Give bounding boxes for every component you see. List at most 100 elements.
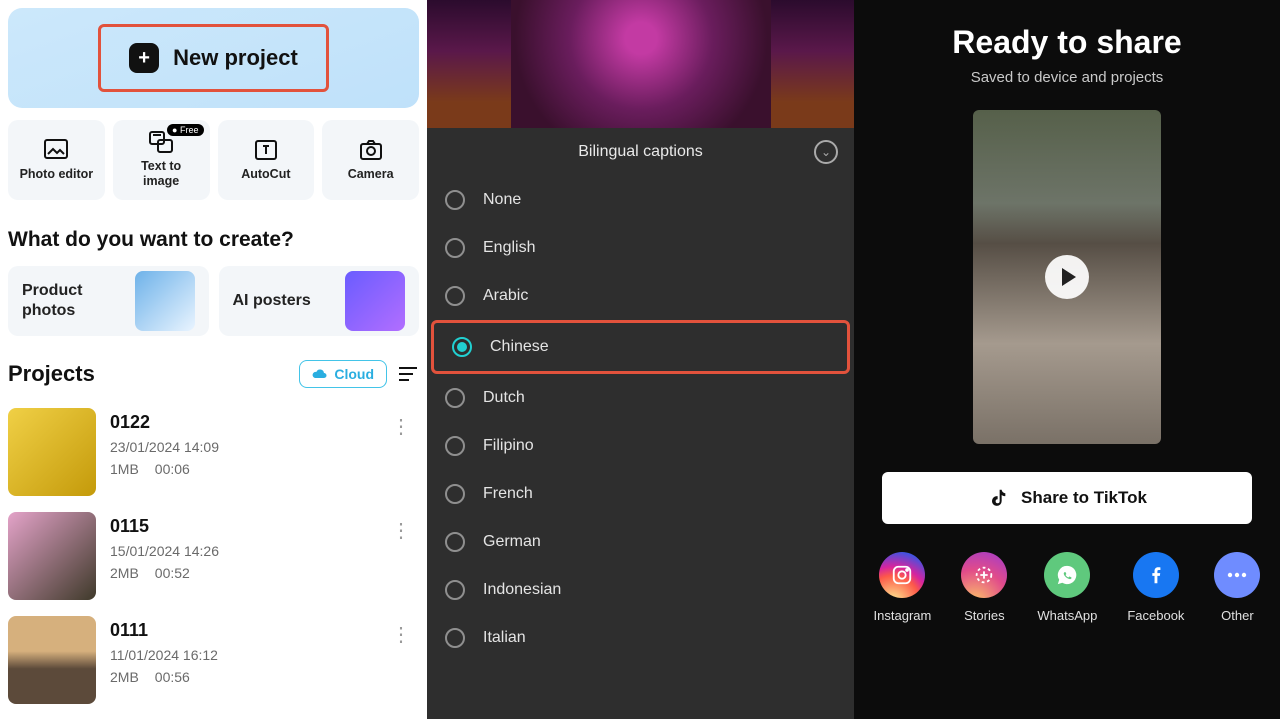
caption-option-dutch[interactable]: Dutch xyxy=(427,374,854,422)
radio-icon xyxy=(445,580,465,600)
share-panel: Ready to share Saved to device and proje… xyxy=(854,0,1280,719)
radio-icon xyxy=(445,532,465,552)
more-icon xyxy=(1214,552,1260,598)
tiktok-label: Share to TikTok xyxy=(1021,488,1147,508)
project-info: 0115 15/01/2024 14:26 2MB00:52 xyxy=(110,512,369,581)
project-date: 23/01/2024 14:09 xyxy=(110,439,369,455)
facebook-icon xyxy=(1133,552,1179,598)
caption-option-french[interactable]: French xyxy=(427,470,854,518)
caption-option-english[interactable]: English xyxy=(427,224,854,272)
cloud-icon xyxy=(312,368,328,380)
autocut-icon xyxy=(254,139,278,161)
tiktok-icon xyxy=(987,487,1009,509)
radio-icon xyxy=(445,238,465,258)
share-label: Other xyxy=(1221,608,1254,623)
more-icon[interactable]: ⋮ xyxy=(383,408,419,445)
bilingual-captions-panel: Bilingual captions ⌄ None English Arabic… xyxy=(427,128,854,719)
radio-icon xyxy=(445,484,465,504)
projects-header: Projects Cloud xyxy=(8,360,419,388)
project-thumb xyxy=(8,408,96,496)
project-name: 0122 xyxy=(110,412,369,433)
create-label: Product photos xyxy=(22,281,82,321)
project-info: 0122 23/01/2024 14:09 1MB00:06 xyxy=(110,408,369,477)
play-icon xyxy=(1045,255,1089,299)
create-label: AI posters xyxy=(233,291,311,311)
captions-header: Bilingual captions ⌄ xyxy=(427,128,854,176)
project-meta: 2MB00:52 xyxy=(110,565,369,581)
project-name: 0115 xyxy=(110,516,369,537)
video-preview xyxy=(427,0,854,128)
create-product-photos[interactable]: Product photos xyxy=(8,266,209,336)
caption-option-german[interactable]: German xyxy=(427,518,854,566)
image-icon xyxy=(44,139,68,161)
share-instagram[interactable]: Instagram xyxy=(874,552,932,623)
option-label: German xyxy=(483,533,541,551)
free-badge: ● Free xyxy=(167,124,203,136)
share-title: Ready to share xyxy=(952,24,1181,61)
project-info: 0111 11/01/2024 16:12 2MB00:56 xyxy=(110,616,369,685)
project-item[interactable]: 0115 15/01/2024 14:26 2MB00:52 ⋮ xyxy=(8,504,419,608)
stories-icon xyxy=(961,552,1007,598)
caption-option-filipino[interactable]: Filipino xyxy=(427,422,854,470)
ai-posters-thumb xyxy=(345,271,405,331)
captions-title: Bilingual captions xyxy=(578,143,703,161)
tool-label: Photo editor xyxy=(20,167,94,182)
share-label: Facebook xyxy=(1127,608,1184,623)
plus-icon: + xyxy=(129,43,159,73)
caption-option-indonesian[interactable]: Indonesian xyxy=(427,566,854,614)
tool-label: Text to image xyxy=(141,159,181,189)
option-label: Chinese xyxy=(490,338,549,356)
caption-option-italian[interactable]: Italian xyxy=(427,614,854,662)
caption-option-none[interactable]: None xyxy=(427,176,854,224)
captions-panel-column: Bilingual captions ⌄ None English Arabic… xyxy=(427,0,854,719)
preview-content xyxy=(511,0,771,128)
tool-autocut[interactable]: AutoCut xyxy=(218,120,315,200)
product-photos-thumb xyxy=(135,271,195,331)
tool-text-to-image[interactable]: ● Free Text to image xyxy=(113,120,210,200)
share-facebook[interactable]: Facebook xyxy=(1127,552,1184,623)
tool-photo-editor[interactable]: Photo editor xyxy=(8,120,105,200)
tool-label: Camera xyxy=(348,167,394,182)
radio-icon xyxy=(445,628,465,648)
share-label: Stories xyxy=(964,608,1004,623)
new-project-card: + New project xyxy=(8,8,419,108)
share-to-tiktok-button[interactable]: Share to TikTok xyxy=(882,472,1252,524)
option-label: Arabic xyxy=(483,287,528,305)
radio-icon xyxy=(452,337,472,357)
option-label: Filipino xyxy=(483,437,534,455)
new-project-button[interactable]: + New project xyxy=(98,24,329,92)
option-label: None xyxy=(483,191,521,209)
share-stories[interactable]: Stories xyxy=(961,552,1007,623)
whatsapp-icon xyxy=(1044,552,1090,598)
tool-camera[interactable]: Camera xyxy=(322,120,419,200)
home-panel: + New project Photo editor ● Free Text t… xyxy=(0,0,427,719)
option-label: English xyxy=(483,239,535,257)
caption-option-arabic[interactable]: Arabic xyxy=(427,272,854,320)
share-targets: Instagram Stories WhatsApp Facebook Othe… xyxy=(868,552,1266,623)
projects-title: Projects xyxy=(8,361,95,387)
caption-option-chinese[interactable]: Chinese xyxy=(431,320,850,374)
exported-video-thumb[interactable] xyxy=(973,110,1161,444)
share-other[interactable]: Other xyxy=(1214,552,1260,623)
cloud-button[interactable]: Cloud xyxy=(299,360,387,388)
create-row: Product photos AI posters xyxy=(8,266,419,336)
radio-icon xyxy=(445,436,465,456)
project-thumb xyxy=(8,512,96,600)
cloud-label: Cloud xyxy=(334,366,374,382)
more-icon[interactable]: ⋮ xyxy=(383,512,419,549)
option-label: French xyxy=(483,485,533,503)
share-whatsapp[interactable]: WhatsApp xyxy=(1037,552,1097,623)
project-item[interactable]: 0111 11/01/2024 16:12 2MB00:56 ⋮ xyxy=(8,608,419,712)
sort-icon[interactable] xyxy=(397,365,419,383)
more-icon[interactable]: ⋮ xyxy=(383,616,419,653)
share-label: Instagram xyxy=(874,608,932,623)
radio-icon xyxy=(445,190,465,210)
camera-icon xyxy=(359,139,383,161)
option-label: Italian xyxy=(483,629,526,647)
create-heading: What do you want to create? xyxy=(8,228,419,252)
project-item[interactable]: 0122 23/01/2024 14:09 1MB00:06 ⋮ xyxy=(8,400,419,504)
create-ai-posters[interactable]: AI posters xyxy=(219,266,420,336)
option-label: Dutch xyxy=(483,389,525,407)
project-thumb xyxy=(8,616,96,704)
collapse-icon[interactable]: ⌄ xyxy=(814,140,838,164)
